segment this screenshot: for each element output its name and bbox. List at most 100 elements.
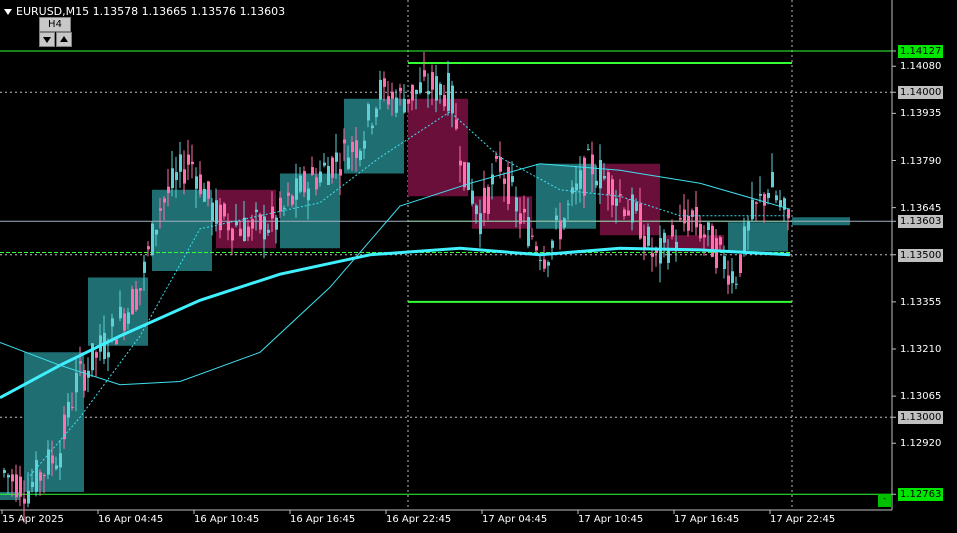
m15-candle-body	[187, 154, 190, 165]
m15-candle-body	[95, 352, 98, 358]
m15-candle-body	[311, 167, 314, 175]
price-label: 1.13065	[900, 391, 942, 403]
price-label: 1.12763	[898, 488, 944, 502]
price-label: 1.13500	[898, 248, 944, 262]
m15-candle-body	[111, 318, 114, 327]
m15-candle-body	[731, 271, 734, 284]
m15-candle-body	[255, 209, 258, 213]
m15-candle-body	[763, 194, 766, 206]
m15-candle-body	[535, 246, 538, 251]
m15-candle-body	[387, 96, 390, 105]
m15-candle-body	[167, 186, 170, 194]
m15-candle-body	[443, 94, 446, 107]
m15-candle-body	[331, 157, 334, 178]
m15-candle-body	[619, 194, 622, 196]
m15-candle-body	[399, 87, 402, 92]
m15-candle-body	[755, 202, 758, 204]
m15-candle-body	[603, 176, 606, 179]
m15-candle-body	[635, 202, 638, 211]
m15-candle-body	[295, 178, 298, 200]
m15-candle-body	[43, 475, 46, 477]
time-label: 17 Apr 10:45	[578, 514, 644, 525]
m15-candle-body	[155, 229, 158, 235]
m15-candle-body	[579, 170, 582, 189]
timeframe-down-icon[interactable]	[39, 32, 55, 47]
m15-candle-body	[211, 202, 214, 222]
m15-candle-body	[743, 226, 746, 254]
m15-candle-body	[567, 203, 570, 205]
m15-candle-body	[223, 203, 226, 217]
m15-candle-body	[431, 72, 434, 90]
m15-candle-body	[247, 226, 250, 237]
m15-candle-body	[183, 169, 186, 184]
time-label: 16 Apr 10:45	[194, 514, 260, 525]
m15-candle-body	[391, 91, 394, 99]
m15-candle-body	[343, 139, 346, 144]
m15-candle-body	[291, 195, 294, 205]
price-label: 1.13603	[898, 215, 944, 229]
m15-candle-body	[599, 160, 602, 189]
m15-candle-body	[363, 140, 366, 149]
m15-candle-body	[395, 97, 398, 113]
m15-candle-body	[747, 220, 750, 231]
m15-candle-body	[475, 205, 478, 215]
m15-candle-body	[623, 209, 626, 217]
m15-candle-body	[203, 188, 206, 202]
m15-candle-body	[303, 171, 306, 193]
m15-candle-body	[287, 192, 290, 196]
m15-candle-body	[563, 218, 566, 228]
m15-candle-body	[671, 225, 674, 237]
time-label: 16 Apr 22:45	[386, 514, 452, 525]
price-label: 1.13790	[900, 155, 942, 167]
m15-candle-body	[23, 498, 26, 504]
m15-candle-body	[751, 199, 754, 220]
m15-candle-body	[215, 200, 218, 224]
collapse-button[interactable]: -	[878, 494, 891, 507]
time-label: 15 Apr 2025	[2, 514, 64, 525]
m15-candle-body	[415, 89, 418, 95]
m15-candle-body	[759, 194, 762, 196]
m15-candle-body	[59, 453, 62, 468]
m15-candle-body	[559, 220, 562, 240]
m15-candle-body	[359, 150, 362, 160]
m15-candle-body	[775, 195, 778, 201]
m15-candle-body	[595, 180, 598, 186]
m15-candle-body	[355, 140, 358, 158]
price-label: 1.13210	[900, 344, 942, 355]
m15-candle-body	[243, 217, 246, 242]
m15-candle-body	[607, 172, 610, 195]
timeframe-up-icon[interactable]	[56, 32, 72, 47]
m15-candle-body	[411, 84, 414, 101]
price-chart[interactable]	[0, 0, 957, 533]
m15-candle-body	[695, 206, 698, 228]
m15-candle-body	[251, 219, 254, 229]
m15-candle-body	[367, 104, 370, 121]
m15-candle-body	[163, 198, 166, 203]
m15-candle-body	[79, 361, 82, 364]
timeframe-button[interactable]: H4	[39, 17, 71, 32]
m15-candle-body	[139, 288, 142, 291]
m15-candle-body	[719, 237, 722, 245]
m15-candle-body	[687, 215, 690, 231]
m15-candle-body	[647, 226, 650, 246]
m15-candle-body	[459, 160, 462, 166]
m15-candle-body	[771, 172, 774, 188]
m15-candle-body	[39, 472, 42, 481]
m15-candle-body	[555, 215, 558, 221]
m15-candle-body	[7, 474, 10, 478]
time-label: 17 Apr 16:45	[674, 514, 740, 525]
m15-candle-body	[315, 177, 318, 190]
ohlc-values: 1.13578 1.13665 1.13576 1.13603	[92, 5, 286, 18]
m15-candle-body	[235, 221, 238, 226]
m15-candle-body	[191, 161, 194, 165]
m15-candle-body	[143, 261, 146, 273]
m15-candle-body	[519, 213, 522, 224]
m15-candle-body	[587, 149, 590, 151]
menu-triangle-icon[interactable]	[4, 9, 12, 15]
m15-candle-body	[19, 476, 22, 497]
m15-candle-body	[131, 288, 134, 315]
m15-candle-body	[11, 474, 14, 482]
m15-candle-body	[35, 460, 38, 492]
time-label: 17 Apr 22:45	[770, 514, 836, 525]
m15-candle-body	[571, 187, 574, 194]
